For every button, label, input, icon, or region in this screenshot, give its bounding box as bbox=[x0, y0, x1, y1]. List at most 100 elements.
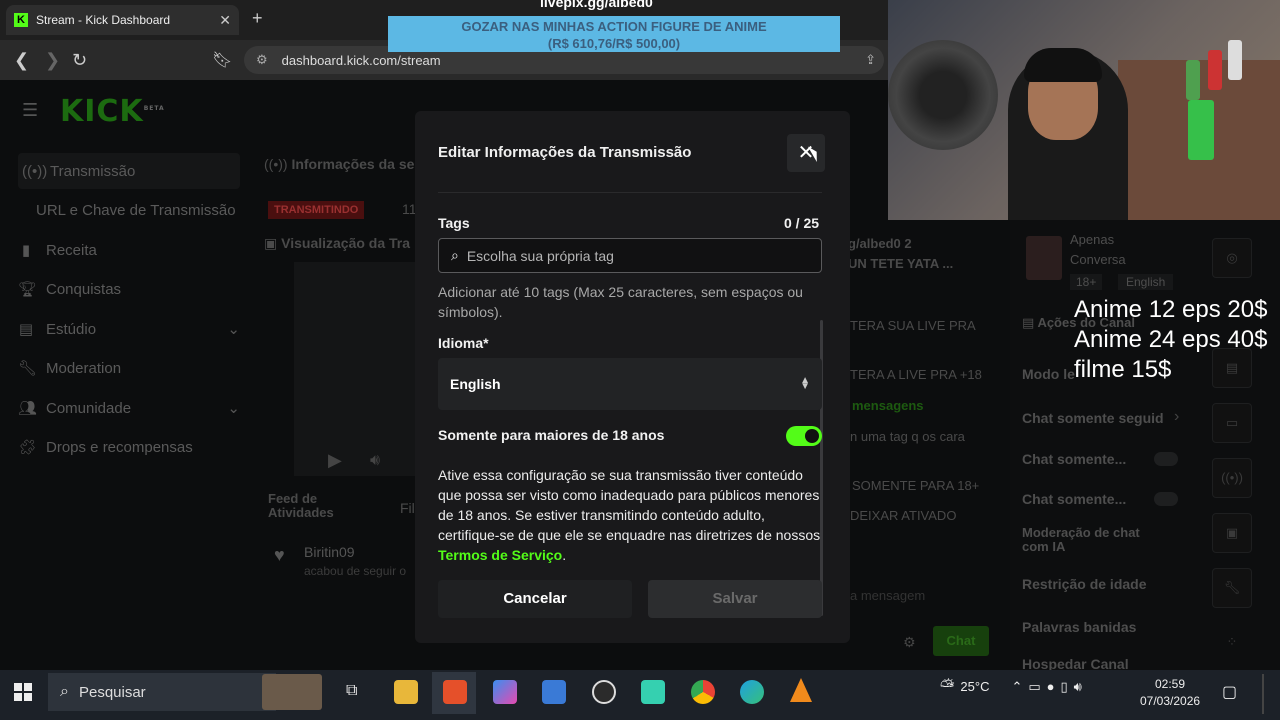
select-arrows-icon: ▲ ▼ bbox=[800, 375, 810, 392]
broadcast-icon: ((•)) bbox=[264, 156, 288, 172]
kick-favicon-icon: K bbox=[14, 13, 28, 27]
sidebar-item-moderation[interactable]: 🔧︎ Moderation bbox=[18, 350, 240, 386]
bottle-shape bbox=[1208, 50, 1222, 90]
menu-icon[interactable]: ☰ bbox=[22, 100, 38, 121]
language-select[interactable]: English ▲ ▼ bbox=[438, 358, 822, 410]
notifications-icon[interactable]: ▢ bbox=[1222, 682, 1237, 702]
sidebar-item-comunidade[interactable]: 👥︎ Comunidade ⌄ bbox=[18, 390, 240, 426]
chart-icon: ▮ bbox=[21, 242, 31, 259]
battery-icon[interactable]: ▯ bbox=[1061, 679, 1068, 695]
show-desktop[interactable] bbox=[1262, 674, 1264, 714]
chat-send-button[interactable]: Chat bbox=[933, 626, 989, 656]
tags-counter: 0 / 25 bbox=[784, 215, 820, 231]
studio-icon: ▤ bbox=[18, 321, 34, 338]
toggle-chat-somente-1[interactable] bbox=[1154, 452, 1178, 466]
obs-icon[interactable] bbox=[592, 680, 616, 704]
reload-icon[interactable]: ↻ bbox=[72, 50, 87, 71]
tag-english: English bbox=[1118, 274, 1174, 290]
capture-icon[interactable]: ◎ bbox=[1212, 238, 1252, 278]
bottle-shape bbox=[1186, 60, 1200, 100]
chat-input[interactable]: a mensagem bbox=[850, 588, 925, 603]
action-chat-somente-1[interactable]: Chat somente... bbox=[1022, 451, 1126, 467]
volume-icon[interactable]: 🔊︎ bbox=[370, 452, 380, 470]
action-moderacao-ia[interactable]: Moderação de chat com IA bbox=[1022, 526, 1162, 554]
chrome-icon[interactable] bbox=[691, 680, 715, 704]
sidebar-item-transmissao[interactable]: ((•)) Transmissão bbox=[18, 153, 240, 189]
edge-icon[interactable] bbox=[740, 680, 764, 704]
chat-line: TERA SUA LIVE PRA bbox=[850, 318, 976, 333]
action-chat-seguidores[interactable]: Chat somente seguid bbox=[1022, 410, 1164, 426]
network-icon[interactable]: ▭ bbox=[1028, 679, 1040, 695]
session-info-heading: ((•)) Informações da ses bbox=[264, 156, 423, 172]
cancel-button[interactable]: Cancelar bbox=[438, 580, 632, 618]
puzzle-icon: 🧩︎ bbox=[18, 439, 38, 456]
browser-tab[interactable]: K Stream - Kick Dashboard ✕ bbox=[6, 5, 239, 35]
close-button[interactable]: ✕ bbox=[787, 134, 825, 172]
people-icon: 👥︎ bbox=[18, 400, 38, 417]
community-icon[interactable]: ⁘ bbox=[1212, 623, 1252, 663]
vlc-icon[interactable] bbox=[790, 678, 812, 702]
feed-filter[interactable]: Fil bbox=[400, 500, 415, 516]
file-explorer-icon[interactable] bbox=[394, 680, 418, 704]
bottle-shape bbox=[1228, 40, 1242, 80]
app-icon[interactable] bbox=[641, 680, 665, 704]
adult-only-toggle[interactable] bbox=[786, 426, 822, 446]
sidebar-item-conquistas[interactable]: 🏆︎ Conquistas bbox=[18, 271, 240, 307]
sidebar-item-drops[interactable]: 🧩︎ Drops e recompensas bbox=[18, 429, 240, 465]
brave-icon[interactable] bbox=[443, 680, 467, 704]
task-view-icon[interactable]: ⧉ bbox=[346, 682, 357, 700]
chat-line: UN TETE YATA ... bbox=[848, 256, 954, 271]
action-palavras-banidas[interactable]: Palavras banidas bbox=[1022, 619, 1136, 635]
share-icon[interactable]: ⇪ bbox=[865, 52, 876, 68]
chevron-down-icon: ⌄ bbox=[227, 321, 240, 338]
weather-icon[interactable]: ⛅︎ bbox=[940, 676, 954, 697]
category-name[interactable]: Apenas Conversa bbox=[1070, 230, 1150, 270]
windows-start-icon[interactable] bbox=[14, 683, 32, 701]
chat-line: TERA A LIVE PRA +18 bbox=[850, 367, 982, 382]
play-icon[interactable]: ▶ bbox=[328, 450, 342, 471]
gear-icon[interactable]: ⚙ bbox=[903, 634, 916, 651]
volume-icon[interactable]: 🔊︎ bbox=[1074, 679, 1082, 695]
terms-of-service-link[interactable]: Termos de Serviço bbox=[438, 547, 562, 563]
copilot-icon[interactable] bbox=[493, 680, 517, 704]
tags-search-input[interactable]: ⌕ Escolha sua própria tag bbox=[438, 238, 822, 273]
preview-icon: ▣ bbox=[264, 235, 278, 251]
mod-icon[interactable]: ▣ bbox=[1212, 513, 1252, 553]
toggle-chat-somente-2[interactable] bbox=[1154, 492, 1178, 506]
sidebar-item-receita[interactable]: ▮ Receita bbox=[18, 232, 240, 268]
site-info-icon[interactable]: ⚙ bbox=[256, 52, 268, 68]
tags-label: Tags bbox=[438, 215, 470, 231]
tags-help-text: Adicionar até 10 tags (Max 25 caracteres… bbox=[438, 284, 803, 320]
adult-only-description: Ative essa configuração se sua transmiss… bbox=[438, 467, 821, 563]
chat-line: mensagens bbox=[852, 398, 924, 413]
live-badge: TRANSMITINDO bbox=[268, 201, 365, 219]
action-modo-lento[interactable]: Modo le bbox=[1022, 366, 1075, 382]
taskbar-search[interactable]: ⌕ Pesquisar bbox=[48, 673, 276, 711]
chat-line: g/albed0 2 bbox=[848, 236, 912, 251]
action-chat-somente-2[interactable]: Chat somente... bbox=[1022, 491, 1126, 507]
sidebar-item-estudio[interactable]: ▤ Estúdio ⌄ bbox=[18, 311, 240, 347]
broadcast-icon[interactable]: ((•)) bbox=[1212, 458, 1252, 498]
chevron-up-icon[interactable]: ⌃ bbox=[1011, 679, 1022, 695]
mic-icon[interactable]: ● bbox=[1047, 679, 1055, 694]
back-icon[interactable]: ❮ bbox=[14, 50, 29, 71]
chevron-down-icon: ⌄ bbox=[227, 400, 240, 417]
action-restricao-idade[interactable]: Restrição de idade bbox=[1022, 576, 1147, 592]
save-button[interactable]: Salvar bbox=[648, 580, 822, 618]
chat-line: n uma tag q os cara bbox=[850, 429, 965, 444]
trophy-icon: 🏆︎ bbox=[18, 281, 38, 298]
feed-user: Biritin09 bbox=[304, 544, 355, 560]
broadcast-icon: ((•)) bbox=[22, 162, 48, 180]
store-icon[interactable] bbox=[542, 680, 566, 704]
taskbar-clock[interactable]: 02:59 07/03/2026 bbox=[1140, 676, 1200, 710]
new-tab-icon[interactable]: + bbox=[252, 8, 263, 29]
wrench-icon[interactable]: 🔧︎ bbox=[1212, 568, 1252, 608]
tab-close-icon[interactable]: ✕ bbox=[219, 12, 231, 29]
bookmark-icon[interactable]: 🔖︎ bbox=[212, 50, 232, 70]
stream-preview[interactable] bbox=[294, 262, 424, 476]
chat-icon[interactable]: ▭ bbox=[1212, 403, 1252, 443]
adult-only-label: Somente para maiores de 18 anos bbox=[438, 427, 665, 443]
forward-icon[interactable]: ❯ bbox=[45, 50, 60, 71]
sidebar-item-url-chave[interactable]: URL e Chave de Transmissão bbox=[36, 192, 258, 228]
kick-logo[interactable]: KICKBETA bbox=[60, 94, 165, 129]
